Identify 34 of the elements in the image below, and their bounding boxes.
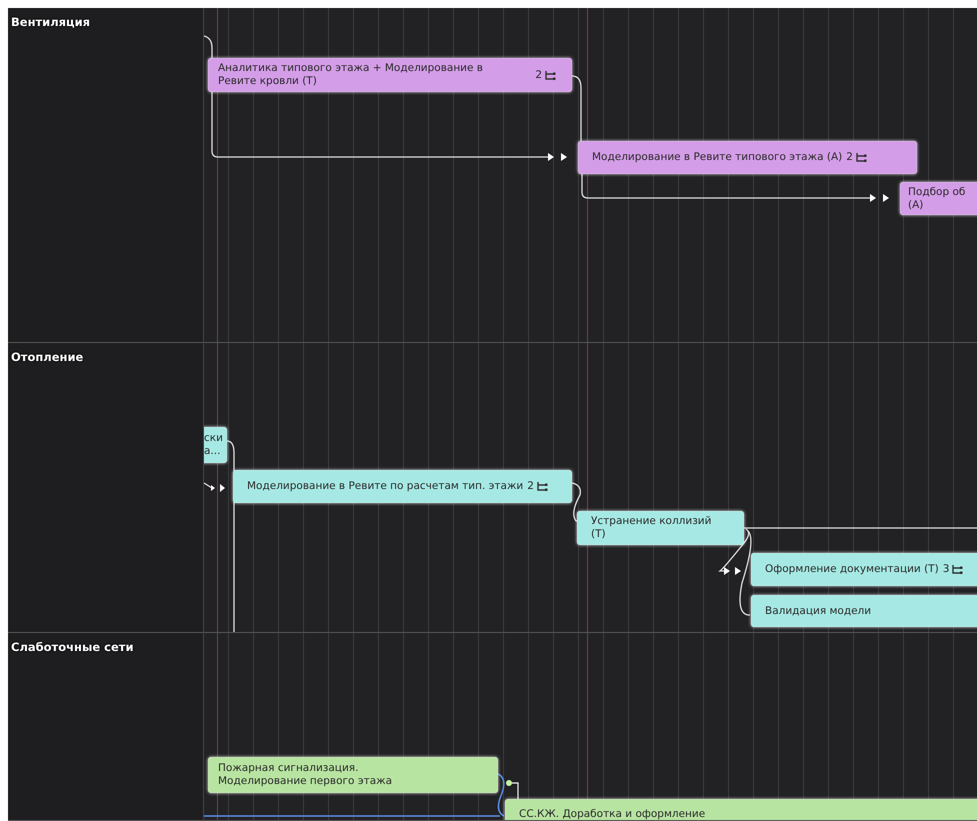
task-bar[interactable]: ски а... xyxy=(204,427,227,463)
task-bar[interactable]: Аналитика типового этажа + Моделирование в Ревите кровли (Т) 2 xyxy=(208,58,572,92)
task-bar[interactable]: СС.КЖ. Доработка и оформление xyxy=(505,799,977,820)
task-title: ски а... xyxy=(204,432,223,458)
subtasks-icon xyxy=(545,70,556,80)
task-bar[interactable]: Моделирование в Ревите типового этажа (А) 2 xyxy=(578,141,917,174)
task-bar[interactable]: Пожарная сигнализация. Моделирование первого этажа xyxy=(208,757,498,793)
task-bar[interactable]: Устранение коллизий (Т) xyxy=(577,511,744,545)
lane-title: Отопление xyxy=(11,350,84,364)
task-title: Моделирование в Ревите типового этажа (А) xyxy=(592,151,842,164)
subtask-count: 3 xyxy=(942,563,950,576)
task-title: Устранение коллизий (Т) xyxy=(591,515,712,541)
subtask-count: 2 xyxy=(535,68,542,82)
task-title: Пожарная сигнализация. Моделирование первого этажа xyxy=(218,762,394,788)
task-title: СС.КЖ. Доработка и оформление xyxy=(519,808,706,820)
lane-title: Слаботочные сети xyxy=(11,640,134,654)
task-bar[interactable]: Моделирование в Ревите по расчетам тип. этажи 2 xyxy=(233,470,572,503)
subtask-count: 2 xyxy=(527,480,534,493)
task-bar[interactable]: Валидация модели xyxy=(751,595,977,627)
subtasks-icon xyxy=(856,153,867,162)
connector-line xyxy=(204,482,225,492)
subtasks-icon xyxy=(536,482,548,491)
task-title: Валидация модели xyxy=(765,604,872,618)
task-title: Оформление документации (Т) xyxy=(765,563,939,576)
task-bar[interactable]: Оформление документации (Т) 3 xyxy=(751,553,977,586)
subtask-count: 2 xyxy=(846,151,853,164)
task-title: Аналитика типового этажа + Моделирование в Ревите кровли (Т) xyxy=(218,62,484,88)
connector-line xyxy=(572,482,581,522)
lane-title: Вентиляция xyxy=(11,15,90,29)
connector-line xyxy=(572,75,582,141)
task-bar[interactable]: Подбор об (А) xyxy=(900,182,977,215)
task-title: Подбор об (А) xyxy=(908,186,966,212)
subtasks-icon xyxy=(952,565,964,574)
task-title: Моделирование в Ревите по расчетам тип. этажи xyxy=(247,480,524,493)
